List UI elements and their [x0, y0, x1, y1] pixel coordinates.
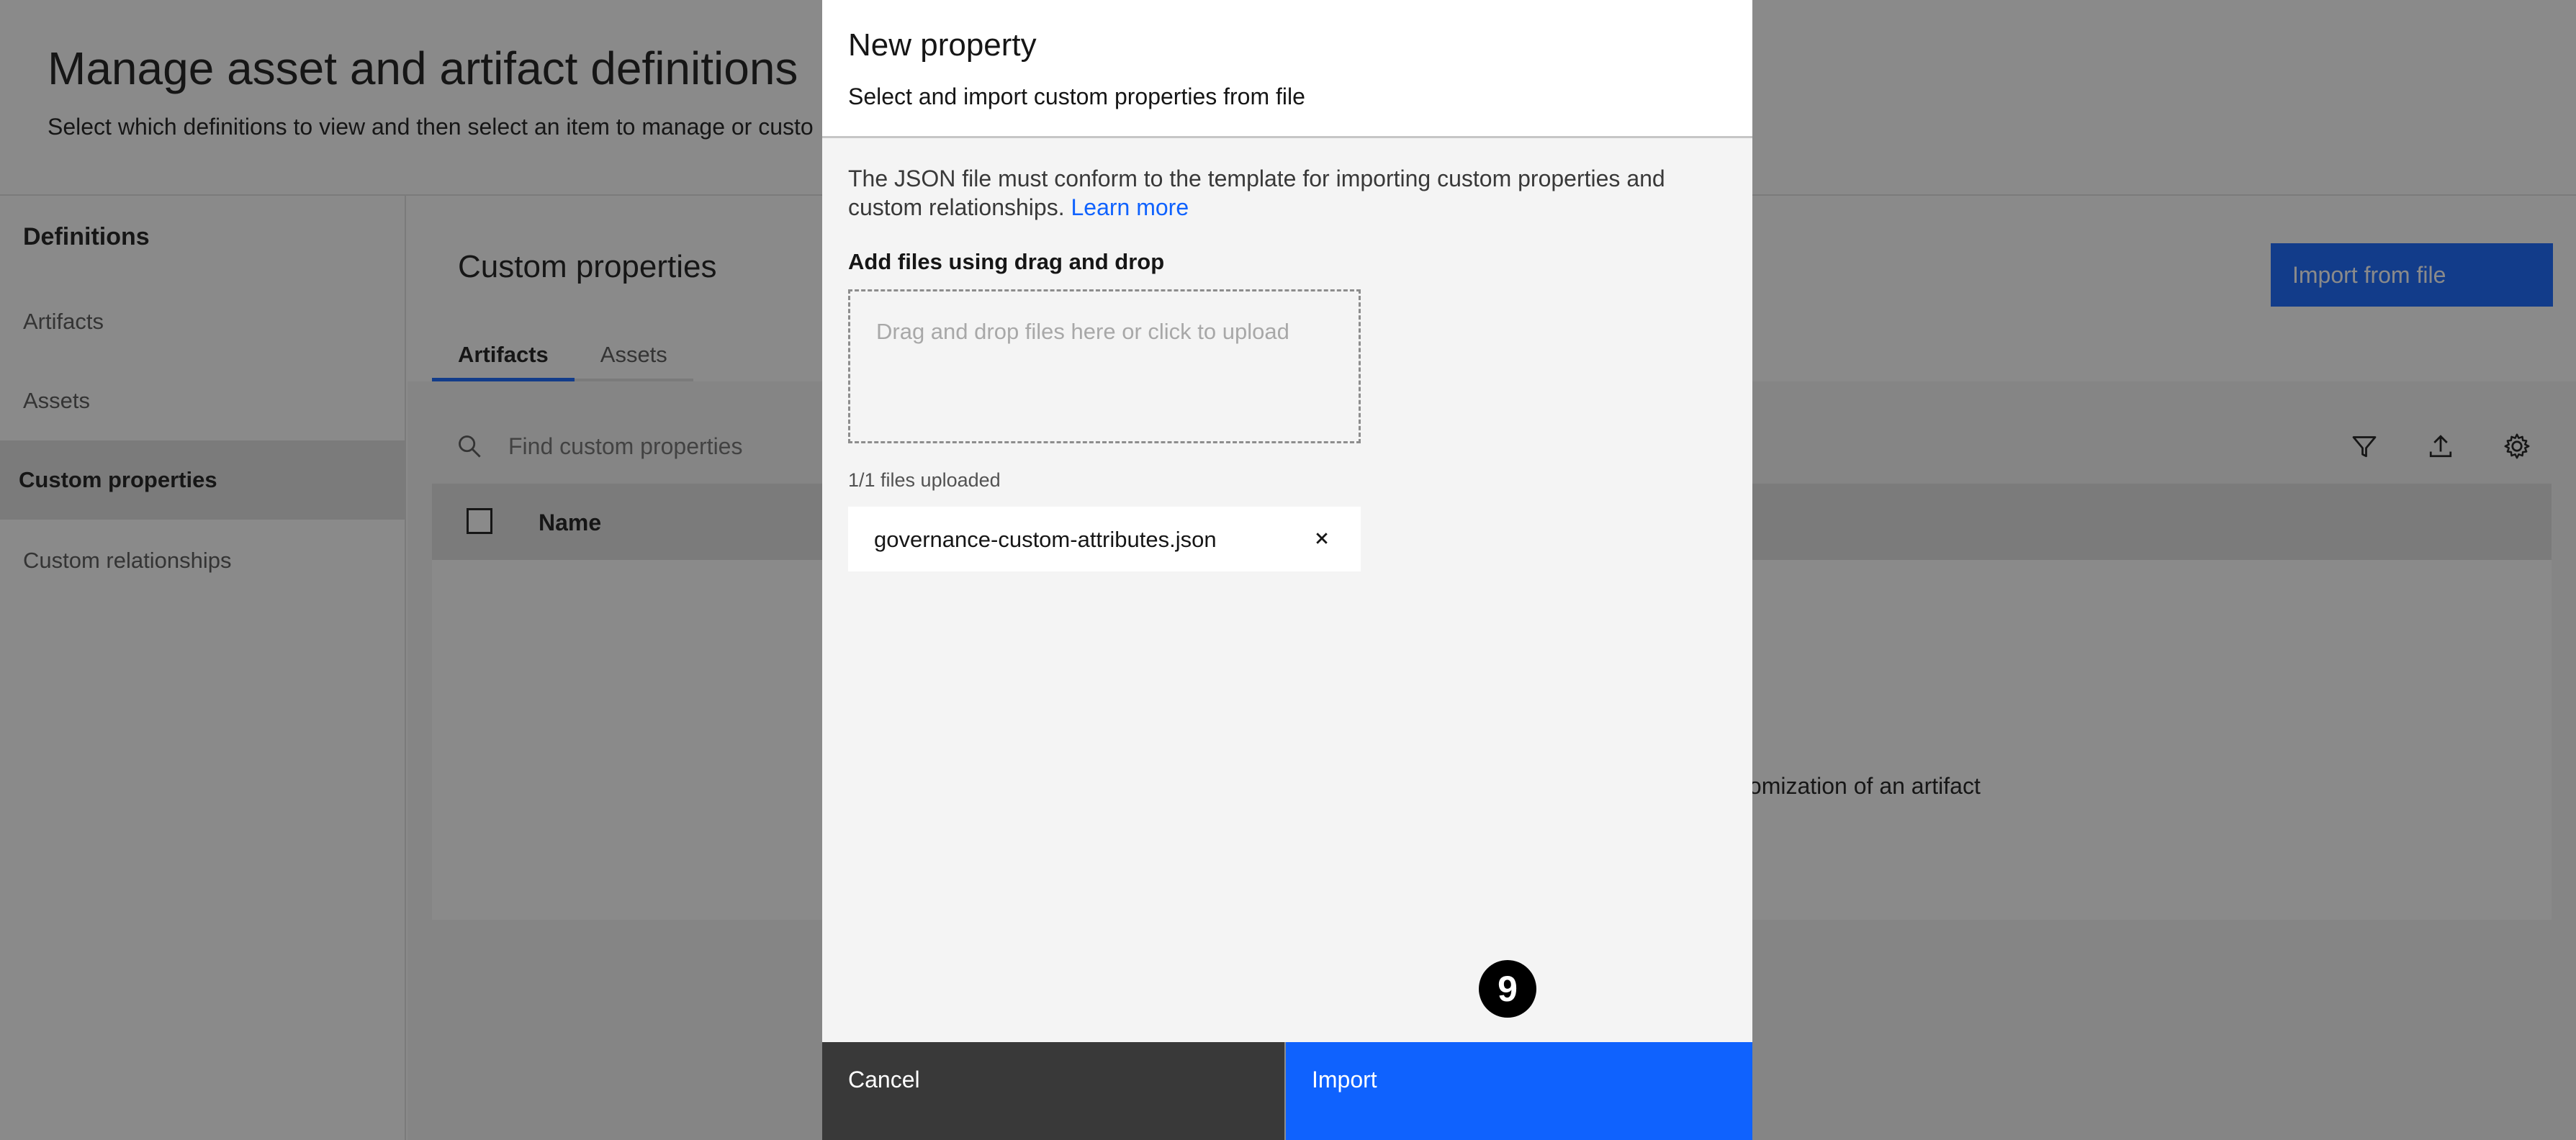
modal-footer: Cancel Import	[822, 1042, 1752, 1140]
upload-count: 1/1 files uploaded	[848, 469, 1001, 491]
learn-more-link[interactable]: Learn more	[1071, 194, 1189, 220]
uploaded-file-name: governance-custom-attributes.json	[874, 527, 1217, 552]
modal-header: New property Select and import custom pr…	[822, 0, 1752, 138]
modal-title: New property	[848, 27, 1037, 63]
description-text: The JSON file must conform to the templa…	[848, 166, 1665, 220]
modal-description: The JSON file must conform to the templa…	[848, 164, 1726, 222]
cancel-button[interactable]: Cancel	[822, 1042, 1286, 1140]
drag-drop-label: Add files using drag and drop	[848, 249, 1165, 274]
file-dropzone[interactable]: Drag and drop files here or click to upl…	[848, 289, 1361, 443]
uploaded-file-item: governance-custom-attributes.json	[848, 507, 1361, 571]
new-property-modal: New property Select and import custom pr…	[822, 0, 1752, 1140]
dropzone-text: Drag and drop files here or click to upl…	[876, 319, 1289, 344]
import-button[interactable]: Import	[1286, 1042, 1752, 1140]
modal-subtitle: Select and import custom properties from…	[848, 83, 1305, 109]
step-number-badge: 9	[1479, 960, 1536, 1018]
close-icon[interactable]	[1309, 525, 1335, 551]
